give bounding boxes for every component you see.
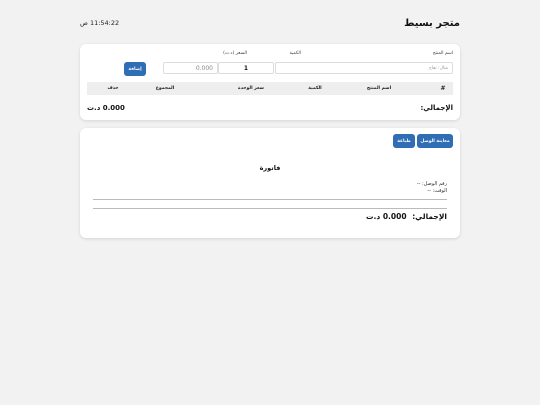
receipt-total: الإجمالي: 0.000 د.ت xyxy=(366,212,447,221)
column-header-quantity: الكمية xyxy=(308,86,322,91)
column-header-unit-price: سعر الوحدة xyxy=(238,86,264,91)
preview-receipt-button[interactable]: معاينة الوصل xyxy=(417,134,453,148)
items-table-header: # اسم المنتج الكمية سعر الوحدة المجموع ح… xyxy=(87,82,453,95)
receipt-divider-top xyxy=(93,199,447,200)
receipt-number: رقم الوصل: -- xyxy=(416,181,447,187)
product-entry-card: اسم المنتج مثال: تفاح الكمية 1 السعر (د.… xyxy=(80,44,460,120)
quantity-input[interactable]: 1 xyxy=(218,62,274,74)
price-input[interactable]: 0.000 xyxy=(163,62,218,74)
clock-display: 11:54:22 ص xyxy=(80,19,120,27)
receipt-divider-bottom xyxy=(93,208,447,209)
product-name-input[interactable]: مثال: تفاح xyxy=(275,62,453,74)
quantity-value: 1 xyxy=(243,64,249,72)
product-name-label: اسم المنتج xyxy=(432,51,453,56)
total-value: 0.000 د.ت xyxy=(87,104,125,112)
price-label: السعر (د.ت) xyxy=(223,51,247,56)
receipt-total-label: الإجمالي: xyxy=(412,212,447,221)
column-header-delete: حذف xyxy=(107,86,119,91)
receipt-card: معاينة الوصل طباعة فاتورة رقم الوصل: -- … xyxy=(80,128,460,238)
print-button[interactable]: طباعة xyxy=(393,134,415,148)
app-title: متجر بسيط xyxy=(404,17,460,29)
receipt-total-value: 0.000 د.ت xyxy=(365,212,407,221)
total-label: الإجمالي: xyxy=(420,104,454,112)
product-name-placeholder: مثال: تفاح xyxy=(428,65,448,71)
receipt-title: فاتورة xyxy=(259,164,281,172)
total-row: الإجمالي: 0.000 د.ت xyxy=(87,102,453,114)
add-button[interactable]: إضافة xyxy=(124,62,146,76)
receipt-time: الوقت: -- xyxy=(427,188,447,194)
column-header-index: # xyxy=(440,85,446,92)
top-bar: متجر بسيط 11:54:22 ص xyxy=(80,14,460,32)
column-header-product-name: اسم المنتج xyxy=(366,86,392,91)
app-page: متجر بسيط 11:54:22 ص اسم المنتج مثال: تف… xyxy=(0,0,540,405)
column-header-subtotal: المجموع xyxy=(155,86,175,91)
price-value: 0.000 xyxy=(195,64,213,72)
quantity-label: الكمية xyxy=(289,51,301,56)
